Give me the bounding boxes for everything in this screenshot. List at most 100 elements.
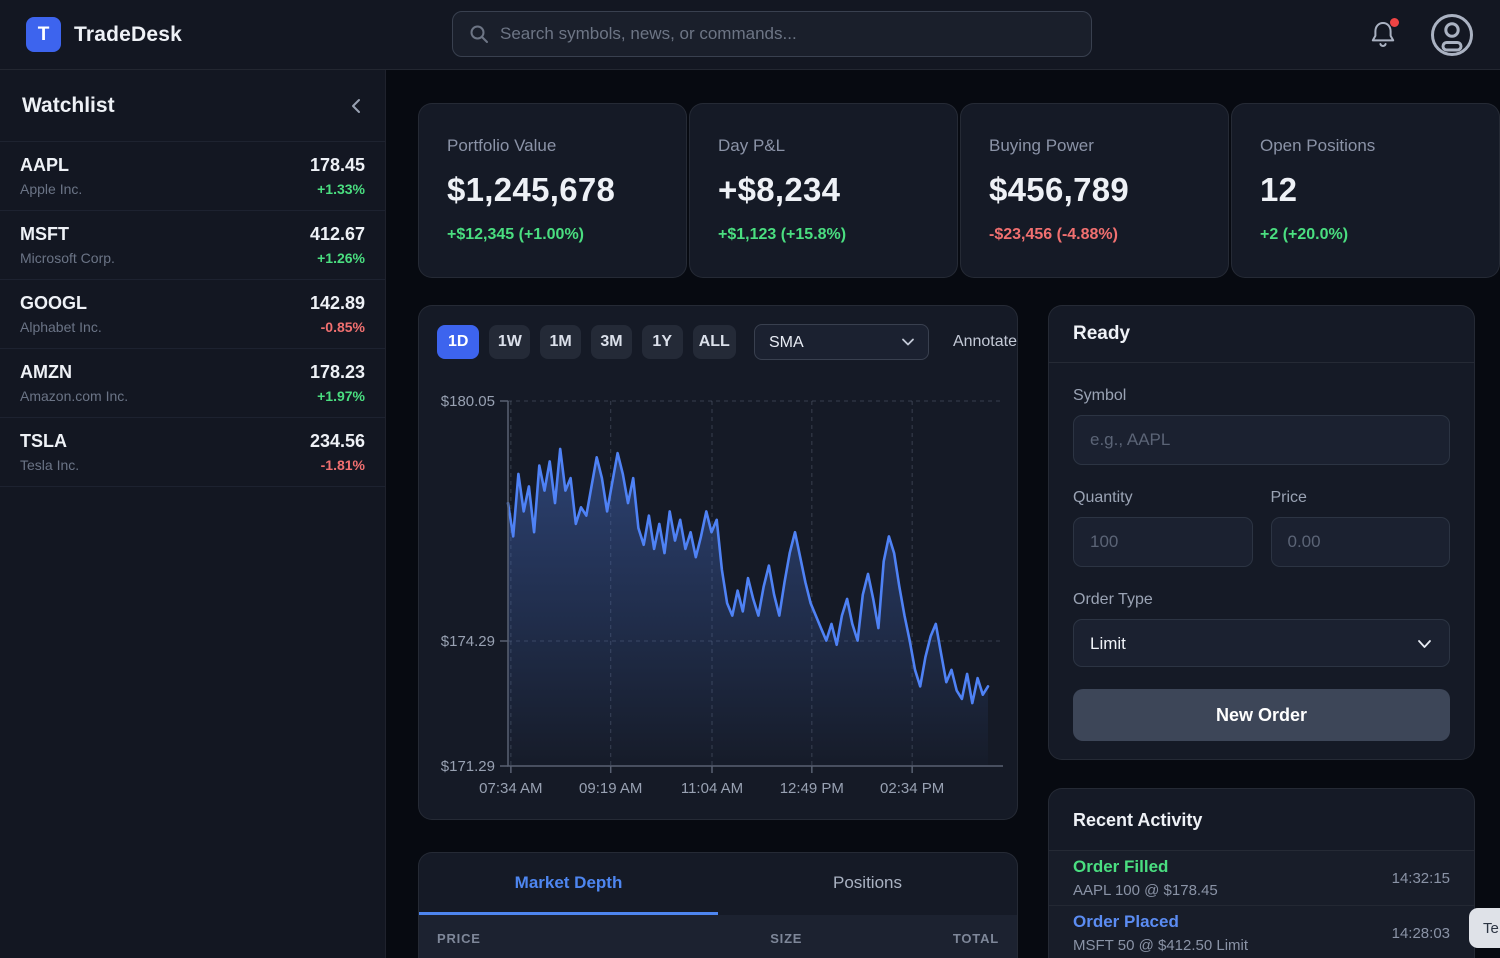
stat-value: +$8,234 xyxy=(718,171,929,209)
order-entry-panel: Ready Symbol Quantity Price xyxy=(1048,305,1475,760)
open-positions-card: Open Positions 12 +2 (+20.0%) xyxy=(1231,103,1500,278)
price: 234.56 xyxy=(310,431,365,452)
depth-table-header: PRICE SIZE TOTAL xyxy=(419,915,1017,958)
company-name: Tesla Inc. xyxy=(20,457,79,473)
bottom-tabs: Market Depth Positions xyxy=(419,853,1017,915)
price: 412.67 xyxy=(310,224,365,245)
svg-text:11:04 AM: 11:04 AM xyxy=(681,780,743,797)
price-label: Price xyxy=(1271,489,1451,507)
quantity-label: Quantity xyxy=(1073,489,1253,507)
activity-detail: MSFT 50 @ $412.50 Limit xyxy=(1073,937,1248,954)
stat-cards-row: Portfolio Value $1,245,678 +$12,345 (+1.… xyxy=(418,103,1500,278)
activity-detail: AAPL 100 @ $178.45 xyxy=(1073,882,1218,899)
toast-text: Te xyxy=(1483,920,1499,937)
watchlist-sidebar: Watchlist AAPL Apple Inc. 178.45 +1.33% … xyxy=(0,70,386,958)
activity-status: Order Filled xyxy=(1073,857,1218,877)
watchlist-row-googl[interactable]: GOOGL Alphabet Inc. 142.89 -0.85% xyxy=(0,280,385,349)
recent-activity-title: Recent Activity xyxy=(1049,789,1474,851)
global-search[interactable] xyxy=(452,11,1092,57)
activity-time: 14:28:03 xyxy=(1392,925,1450,942)
price: 142.89 xyxy=(310,293,365,314)
notifications-button[interactable] xyxy=(1370,20,1398,50)
chart-column: 1D 1W 1M 3M 1Y ALL SMA Annotate xyxy=(418,305,1018,958)
symbol: AAPL xyxy=(20,155,82,176)
change-percent: -0.85% xyxy=(310,319,365,335)
svg-text:12:49 PM: 12:49 PM xyxy=(780,780,844,797)
change-percent: -1.81% xyxy=(310,457,365,473)
company-name: Microsoft Corp. xyxy=(20,250,115,266)
price-chart-card: 1D 1W 1M 3M 1Y ALL SMA Annotate xyxy=(418,305,1018,820)
svg-text:09:19 AM: 09:19 AM xyxy=(579,780,642,797)
market-depth-panel: Market Depth Positions PRICE SIZE TOTAL xyxy=(418,852,1018,958)
activity-time: 14:32:15 xyxy=(1392,870,1450,887)
chevron-left-icon xyxy=(349,97,363,115)
watchlist-row-amzn[interactable]: AMZN Amazon.com Inc. 178.23 +1.97% xyxy=(0,349,385,418)
range-button-all[interactable]: ALL xyxy=(693,325,736,359)
watchlist-row-aapl[interactable]: AAPL Apple Inc. 178.45 +1.33% xyxy=(0,142,385,211)
watchlist-title: Watchlist xyxy=(22,94,115,118)
activity-status: Order Placed xyxy=(1073,912,1248,932)
range-button-1d[interactable]: 1D xyxy=(437,325,479,359)
intraday-price-chart[interactable]: 07:34 AM 09:19 AM 11:04 AM 12:49 PM 02:34 PM… xyxy=(419,358,1018,803)
stat-delta: -$23,456 (-4.88%) xyxy=(989,226,1200,244)
app-title: TradeDesk xyxy=(74,23,182,47)
search-input[interactable] xyxy=(500,24,1075,44)
order-type-label: Order Type xyxy=(1073,591,1450,609)
watchlist-row-msft[interactable]: MSFT Microsoft Corp. 412.67 +1.26% xyxy=(0,211,385,280)
recent-activity-panel: Recent Activity Order Filled AAPL 100 @ … xyxy=(1048,788,1475,958)
watchlist-row-tsla[interactable]: TSLA Tesla Inc. 234.56 -1.81% xyxy=(0,418,385,487)
collapse-sidebar-button[interactable] xyxy=(349,97,363,115)
change-percent: +1.97% xyxy=(310,388,365,404)
stat-delta: +2 (+20.0%) xyxy=(1260,226,1471,244)
user-avatar-icon xyxy=(1430,13,1474,57)
order-column: Ready Symbol Quantity Price xyxy=(1048,305,1475,958)
price: 178.23 xyxy=(310,362,365,383)
stat-label: Buying Power xyxy=(989,136,1200,156)
tab-positions[interactable]: Positions xyxy=(718,853,1017,915)
range-button-1m[interactable]: 1M xyxy=(540,325,581,359)
column-total: TOTAL xyxy=(802,931,999,946)
day-pnl-card: Day P&L +$8,234 +$1,123 (+15.8%) xyxy=(689,103,958,278)
user-avatar-button[interactable] xyxy=(1430,13,1474,57)
svg-text:$174.29: $174.29 xyxy=(441,633,495,650)
app-logo: T xyxy=(26,17,61,52)
chart-controls: 1D 1W 1M 3M 1Y ALL SMA Annotate xyxy=(437,324,1017,360)
stat-value: $456,789 xyxy=(989,171,1200,209)
range-button-3m[interactable]: 3M xyxy=(591,325,632,359)
annotate-button[interactable]: Annotate xyxy=(953,333,1017,351)
new-order-button[interactable]: New Order xyxy=(1073,689,1450,741)
change-percent: +1.26% xyxy=(310,250,365,266)
tab-market-depth[interactable]: Market Depth xyxy=(419,853,718,915)
range-button-1y[interactable]: 1Y xyxy=(642,325,683,359)
symbol: AMZN xyxy=(20,362,128,383)
portfolio-value-card: Portfolio Value $1,245,678 +$12,345 (+1.… xyxy=(418,103,687,278)
order-status: Ready xyxy=(1049,306,1474,363)
stat-delta: +$1,123 (+15.8%) xyxy=(718,226,929,244)
price-field[interactable] xyxy=(1271,517,1451,567)
notification-badge-dot xyxy=(1390,18,1399,27)
svg-text:02:34 PM: 02:34 PM xyxy=(880,780,944,797)
symbol: GOOGL xyxy=(20,293,102,314)
activity-row-order-placed[interactable]: Order Placed MSFT 50 @ $412.50 Limit 14:… xyxy=(1049,906,1474,958)
buying-power-card: Buying Power $456,789 -$23,456 (-4.88%) xyxy=(960,103,1229,278)
order-type-select[interactable]: Limit xyxy=(1073,619,1450,667)
activity-row-order-filled[interactable]: Order Filled AAPL 100 @ $178.45 14:32:15 xyxy=(1049,851,1474,906)
svg-text:$180.05: $180.05 xyxy=(441,393,495,410)
column-price: PRICE xyxy=(437,931,662,946)
symbol-field[interactable] xyxy=(1073,415,1450,465)
stat-delta: +$12,345 (+1.00%) xyxy=(447,226,658,244)
quantity-field[interactable] xyxy=(1073,517,1253,567)
stat-value: 12 xyxy=(1260,171,1471,209)
top-bar: T TradeDesk xyxy=(0,0,1500,70)
svg-text:07:34 AM: 07:34 AM xyxy=(479,780,542,797)
stat-label: Open Positions xyxy=(1260,136,1471,156)
change-percent: +1.33% xyxy=(310,181,365,197)
indicator-select[interactable]: SMA xyxy=(754,324,929,360)
toast-notification[interactable]: Te xyxy=(1469,908,1500,948)
svg-text:$171.29: $171.29 xyxy=(441,758,495,775)
range-button-1w[interactable]: 1W xyxy=(489,325,530,359)
app-logo-letter: T xyxy=(38,24,50,46)
stat-label: Day P&L xyxy=(718,136,929,156)
stat-label: Portfolio Value xyxy=(447,136,658,156)
stat-value: $1,245,678 xyxy=(447,171,658,209)
